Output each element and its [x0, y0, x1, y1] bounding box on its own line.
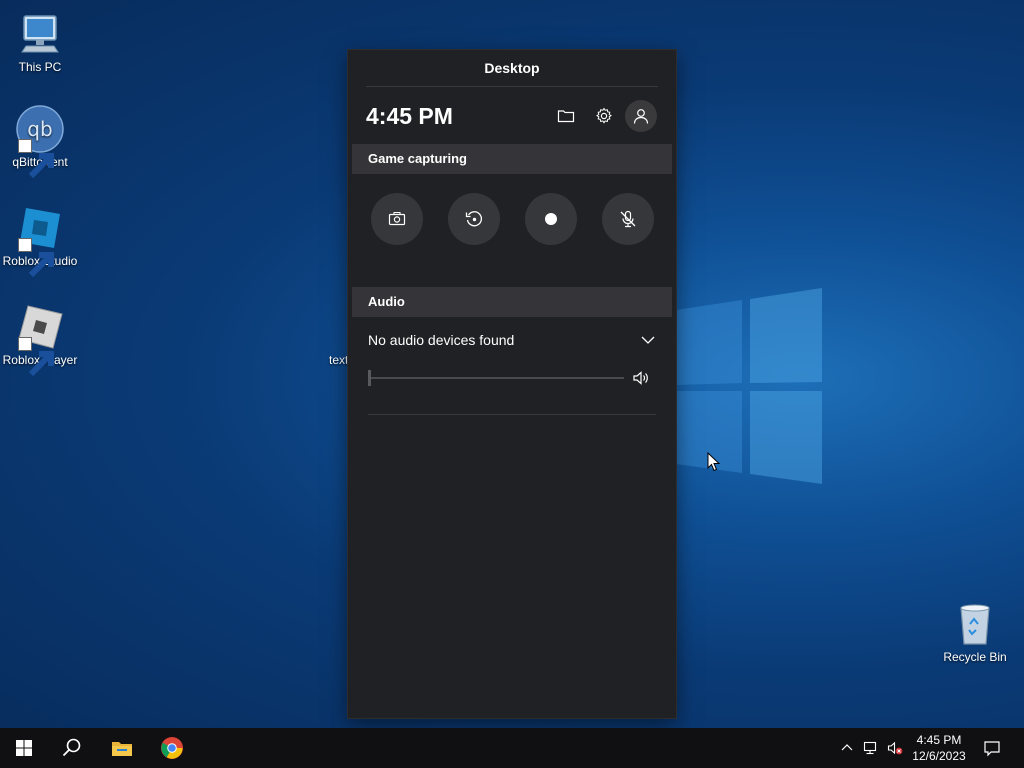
folder-icon	[557, 107, 575, 125]
clock-date: 12/6/2023	[912, 749, 966, 763]
file-explorer-icon	[110, 736, 134, 760]
audio-divider	[368, 414, 656, 415]
desktop-icon-label: Recycle Bin	[943, 650, 1007, 664]
shortcut-arrow-icon	[18, 238, 54, 278]
folder-button[interactable]	[550, 100, 582, 132]
desktop-icon-recycle-bin[interactable]: Recycle Bin	[935, 600, 1015, 664]
clock-time: 4:45 PM	[916, 733, 962, 747]
search-icon	[60, 736, 84, 760]
start-button[interactable]	[0, 728, 48, 768]
network-icon	[863, 740, 879, 756]
speaker-icon[interactable]	[632, 369, 650, 387]
settings-button[interactable]	[588, 100, 620, 132]
chrome-button[interactable]	[148, 728, 196, 768]
gear-icon	[595, 107, 613, 125]
section-header-game-capturing: Game capturing	[352, 144, 672, 174]
title-divider	[366, 86, 658, 87]
chevron-up-icon	[839, 740, 855, 756]
chrome-icon	[160, 736, 184, 760]
file-explorer-button[interactable]	[98, 728, 146, 768]
section-header-audio: Audio	[352, 287, 672, 317]
game-bar-panel: Desktop 4:45 PM Game capturing Audio No …	[348, 50, 676, 718]
desktop-icon-label: This PC	[18, 60, 62, 74]
network-button[interactable]	[860, 728, 882, 768]
windows-start-icon	[12, 736, 36, 760]
action-center-button[interactable]	[976, 728, 1008, 768]
mic-off-icon	[618, 209, 638, 229]
record-last-30s-button[interactable]	[448, 193, 500, 245]
shortcut-arrow-icon	[18, 337, 54, 377]
desktop-icon-qbittorrent[interactable]: qb qBittorrent	[0, 105, 80, 179]
desktop-icon-roblox-studio[interactable]: Roblox Studio	[0, 204, 80, 278]
svg-text:qb: qb	[27, 117, 52, 141]
show-hidden-icons-button[interactable]	[836, 728, 858, 768]
record-dot-icon	[541, 209, 561, 229]
desktop-icon-this-pc[interactable]: This PC	[0, 10, 80, 74]
desktop-icon-roblox-player[interactable]: Roblox Player	[0, 303, 80, 377]
volume-muted-icon	[887, 740, 903, 756]
microphone-toggle-button[interactable]	[602, 193, 654, 245]
record-last-icon	[464, 209, 484, 229]
start-recording-button[interactable]	[525, 193, 577, 245]
volume-slider-thumb[interactable]	[368, 370, 371, 386]
computer-icon	[16, 10, 64, 58]
notification-icon	[983, 739, 1001, 757]
panel-clock: 4:45 PM	[366, 103, 453, 129]
roblox-player-icon	[16, 303, 64, 377]
roblox-studio-icon	[16, 204, 64, 278]
windows-logo-wallpaper	[672, 288, 824, 484]
volume-slider[interactable]	[370, 377, 624, 379]
screenshot-button[interactable]	[371, 193, 423, 245]
camera-icon	[387, 209, 407, 229]
taskbar-clock[interactable]: 4:45 PM 12/6/2023	[906, 732, 972, 764]
recycle-bin-icon	[951, 600, 999, 648]
audio-device-selector[interactable]: No audio devices found	[368, 330, 514, 350]
chevron-down-icon[interactable]	[640, 330, 656, 350]
user-icon	[632, 107, 650, 125]
account-button[interactable]	[625, 100, 657, 132]
taskbar: 4:45 PM 12/6/2023	[0, 728, 1024, 768]
shortcut-arrow-icon	[18, 139, 54, 179]
search-button[interactable]	[48, 728, 96, 768]
qbittorrent-icon: qb	[16, 105, 64, 179]
volume-button[interactable]	[884, 728, 906, 768]
mouse-cursor-icon	[707, 452, 721, 472]
panel-title: Desktop	[484, 60, 540, 76]
